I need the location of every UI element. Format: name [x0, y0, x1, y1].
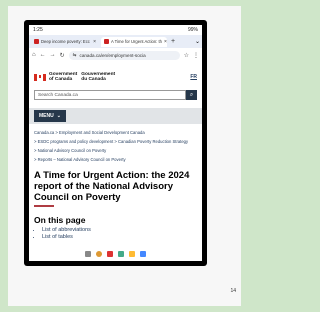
phone-screenshot: 1:25 99% Deep income poverty: Ecc × A Ti…	[24, 20, 207, 266]
chrome-icon[interactable]	[96, 251, 102, 257]
photos-icon[interactable]	[118, 251, 124, 257]
breadcrumb-line[interactable]: > Reports – National Advisory Council on…	[34, 155, 197, 164]
page-number: 14	[230, 288, 236, 294]
new-tab-icon[interactable]: +	[171, 38, 175, 45]
search-input[interactable]: Search Canada.ca	[34, 90, 186, 100]
status-battery: 99%	[187, 27, 198, 33]
home-icon[interactable]: ⌂	[32, 52, 36, 58]
gov-en: Government of Canada	[49, 72, 78, 82]
address-bar: ⌂ ← → ↻ ⇋ canada.ca/en/employment-socia …	[29, 48, 202, 62]
status-bar: 1:25 99%	[29, 25, 202, 35]
canada-favicon-icon	[104, 39, 109, 44]
tab-menu-icon[interactable]: ⌄	[195, 38, 200, 45]
android-taskbar	[29, 247, 202, 261]
page-title: A Time for Urgent Action: the 2024 repor…	[34, 170, 190, 203]
tab-deep-income[interactable]: Deep income poverty: Ecc ×	[31, 37, 99, 47]
canada-favicon-icon	[34, 39, 39, 44]
back-icon[interactable]: ←	[40, 52, 46, 58]
language-toggle[interactable]: FR	[190, 74, 197, 80]
site-info-icon[interactable]: ⇋	[73, 52, 77, 58]
site-header: Government of Canada Gouvernement du Can…	[34, 62, 197, 86]
toc-list: List of abbreviations List of tables	[34, 227, 197, 241]
reload-icon[interactable]: ↻	[60, 52, 65, 59]
on-this-page-heading: On this page	[34, 214, 86, 225]
gov-fr: Gouvernement du Canada	[81, 72, 116, 82]
screen: 1:25 99% Deep income poverty: Ecc × A Ti…	[29, 25, 202, 261]
chevron-down-icon: ⌄	[56, 113, 61, 119]
tab-urgent-action[interactable]: A Time for Urgent Action: th ×	[101, 36, 167, 47]
status-time: 1:25	[33, 27, 43, 33]
apps-grid-icon[interactable]	[85, 251, 91, 257]
close-icon[interactable]: ×	[164, 39, 167, 45]
url-text: canada.ca/en/employment-socia	[79, 52, 146, 58]
breadcrumb-line[interactable]: > National Advisory Council on Poverty	[34, 146, 197, 155]
breadcrumb-line[interactable]: Canada.ca > Employment and Social Develo…	[34, 128, 197, 137]
title-underline	[34, 205, 54, 207]
tab-label: Deep income poverty: Ecc	[41, 39, 90, 44]
menu-button[interactable]: MENU ⌄	[34, 110, 66, 122]
docs-icon[interactable]	[140, 251, 146, 257]
menu-label: MENU	[39, 113, 54, 119]
breadcrumb-line[interactable]: > ESDC programs and policy development >…	[34, 137, 197, 146]
toc-item[interactable]: List of tables	[42, 234, 197, 241]
star-icon[interactable]: ☆	[184, 52, 189, 59]
close-icon[interactable]: ×	[93, 39, 96, 45]
drive-icon[interactable]	[129, 251, 135, 257]
search-box: Search Canada.ca ⌕	[34, 90, 197, 100]
page-content: Government of Canada Gouvernement du Can…	[29, 62, 202, 241]
toc-item[interactable]: List of abbreviations	[42, 227, 197, 234]
more-menu-icon[interactable]: ⋮	[193, 52, 199, 59]
menu-strip: MENU ⌄	[29, 108, 202, 124]
canada-flag-icon	[34, 73, 46, 81]
tab-label: A Time for Urgent Action: th	[111, 39, 162, 44]
gmail-icon[interactable]	[107, 251, 113, 257]
tab-strip: Deep income poverty: Ecc × A Time for Ur…	[29, 35, 202, 48]
url-field[interactable]: ⇋ canada.ca/en/employment-socia	[68, 50, 180, 60]
forward-icon[interactable]: →	[50, 52, 56, 58]
search-icon[interactable]: ⌕	[186, 90, 197, 100]
breadcrumb: Canada.ca > Employment and Social Develo…	[34, 128, 197, 164]
